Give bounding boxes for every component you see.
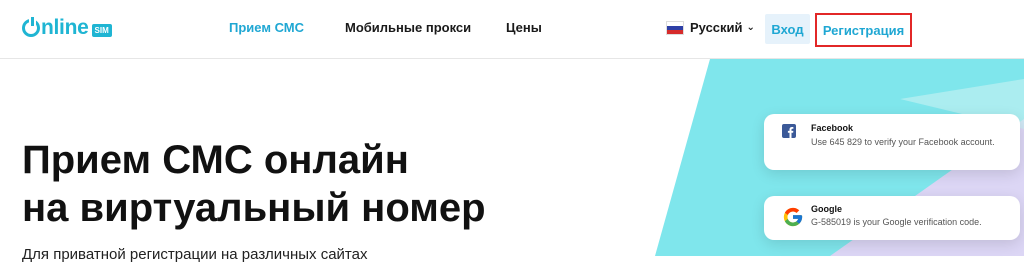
register-button[interactable]: Регистрация <box>815 13 912 47</box>
logo-badge: SIM <box>91 23 112 37</box>
nav-prices[interactable]: Цены <box>506 20 542 35</box>
language-selector[interactable]: Русский ⌄ <box>667 20 755 35</box>
google-sms-card: Google G-585019 is your Google verificat… <box>764 196 1020 240</box>
header: nline SIM Прием СМС Мобильные прокси Цен… <box>0 0 1024 59</box>
google-icon <box>782 206 804 233</box>
facebook-sms-card: Facebook Use 645 829 to verify your Face… <box>764 114 1020 170</box>
hero-title-line2: на виртуальный номер <box>22 186 486 230</box>
card-title: Google <box>811 204 842 214</box>
hero-title: Прием СМС онлайн на виртуальный номер <box>22 136 486 232</box>
card-title: Facebook <box>811 123 854 133</box>
login-button[interactable]: Вход <box>765 14 810 44</box>
nav-mobile-proxies[interactable]: Мобильные прокси <box>345 20 471 35</box>
hero-title-line1: Прием СМС онлайн <box>22 138 409 182</box>
logo[interactable]: nline SIM <box>22 14 112 42</box>
hero-subtitle: Для приватной регистрации на различных с… <box>22 246 368 263</box>
power-icon <box>22 17 40 37</box>
nav-receive-sms[interactable]: Прием СМС <box>229 20 304 35</box>
card-text: Use 645 829 to verify your Facebook acco… <box>811 137 995 147</box>
language-label: Русский <box>690 20 743 35</box>
chevron-down-icon: ⌄ <box>746 22 755 33</box>
card-text: G-585019 is your Google verification cod… <box>811 217 982 227</box>
facebook-icon <box>782 124 796 143</box>
logo-text: nline <box>41 16 89 39</box>
russia-flag-icon <box>667 21 683 34</box>
